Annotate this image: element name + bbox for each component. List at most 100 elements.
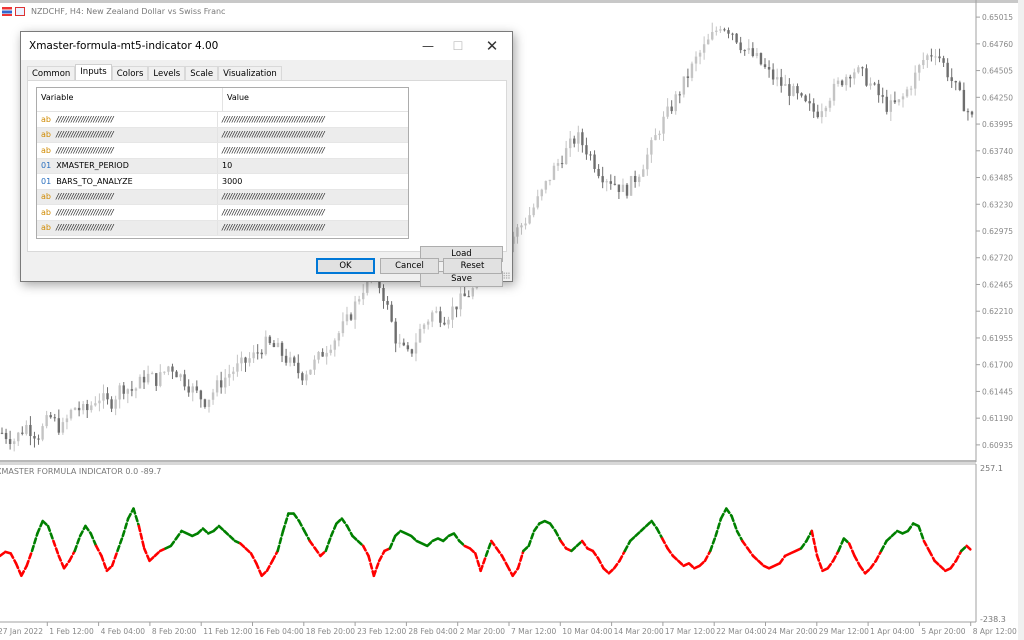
indicator-segment-red xyxy=(62,559,71,570)
candle-body xyxy=(544,181,548,190)
indicator-segment-green xyxy=(303,529,312,543)
candle-body xyxy=(455,306,458,310)
indicator-segment-red xyxy=(831,549,840,563)
chart-menu-icon[interactable] xyxy=(2,6,12,16)
input-row[interactable]: 01 XMASTER_PERIOD 10 xyxy=(37,158,408,174)
input-row[interactable]: ab//////////////////////////////////////… xyxy=(37,189,408,205)
candle-body xyxy=(382,287,385,302)
chart-properties-icon[interactable] xyxy=(15,6,25,16)
input-value[interactable]: ////////////////////////////////////////… xyxy=(222,208,325,217)
candle-body xyxy=(873,83,876,85)
ok-button[interactable]: OK xyxy=(316,258,375,274)
candle-body xyxy=(816,111,819,118)
input-value[interactable]: ////////////////////////////////////////… xyxy=(222,192,325,201)
tab-levels[interactable]: Levels xyxy=(148,66,186,81)
time-tick-label: 22 Mar 04:00 xyxy=(716,627,766,636)
candle-body xyxy=(966,111,970,113)
price-tick-label: 0.62465 xyxy=(982,280,1013,289)
candle-body xyxy=(301,373,304,381)
candle-body xyxy=(467,296,470,298)
candle-body xyxy=(812,103,815,112)
candle-body xyxy=(163,371,166,373)
candle-body xyxy=(670,106,673,112)
input-row[interactable]: ab//////////////////////////////////////… xyxy=(37,112,408,128)
candle-body xyxy=(633,176,637,183)
indicator-segment-red xyxy=(255,562,263,578)
tab-visualization[interactable]: Visualization xyxy=(218,66,282,81)
tab-colors[interactable]: Colors xyxy=(111,66,149,81)
input-value-cell[interactable]: ////////////////////////////////////////… xyxy=(218,205,408,220)
input-value-cell[interactable]: ////////////////////////////////////////… xyxy=(218,112,408,127)
indicator-segment-red xyxy=(265,559,274,573)
indicator-segment-green xyxy=(837,537,846,553)
candle-body xyxy=(840,80,844,86)
candle-body xyxy=(885,96,888,112)
tab-scale[interactable]: Scale xyxy=(185,66,219,81)
indicator-segment-red xyxy=(927,549,936,563)
candle-body xyxy=(832,83,836,101)
resize-grip-icon[interactable] xyxy=(503,272,510,279)
price-tick-label: 0.64760 xyxy=(982,40,1013,49)
input-row[interactable]: 01 BARS_TO_ANALYZE 3000 xyxy=(37,174,408,190)
candle-body xyxy=(195,386,199,391)
candle-body xyxy=(897,99,901,103)
input-value[interactable]: ////////////////////////////////////////… xyxy=(222,223,325,232)
candle-body xyxy=(211,392,215,400)
cancel-button[interactable]: Cancel xyxy=(380,258,439,274)
candle-body xyxy=(53,417,56,419)
indicator-segment-red xyxy=(858,564,867,575)
candle-body xyxy=(613,183,617,185)
input-value-cell[interactable]: ////////////////////////////////////////… xyxy=(218,221,408,236)
candle-body xyxy=(682,76,686,95)
candle-body xyxy=(597,168,600,177)
candle-body xyxy=(662,116,665,134)
input-variable-name: BARS_TO_ANALYZE xyxy=(56,176,133,186)
input-value-cell[interactable]: 10 xyxy=(218,159,408,174)
column-header-value[interactable]: Value xyxy=(223,88,249,111)
input-value[interactable]: ////////////////////////////////////////… xyxy=(222,130,325,139)
column-header-variable[interactable]: Variable xyxy=(37,88,223,111)
candle-body xyxy=(739,42,742,51)
price-tick-label: 0.60935 xyxy=(982,441,1013,450)
input-value[interactable]: 10 xyxy=(222,161,232,170)
maximize-button[interactable]: ☐ xyxy=(441,32,475,60)
candle-body xyxy=(86,404,89,411)
input-variable-name: /////////////////////// xyxy=(55,223,114,233)
indicator-segment-red xyxy=(271,549,280,563)
candle-body xyxy=(102,393,105,401)
minimize-button[interactable]: — xyxy=(411,32,445,60)
candle-body xyxy=(844,76,848,86)
reset-button[interactable]: Reset xyxy=(443,258,502,274)
input-value[interactable]: ////////////////////////////////////////… xyxy=(222,146,325,155)
tab-common[interactable]: Common xyxy=(27,66,76,81)
price-tick-label: 0.63995 xyxy=(982,120,1013,129)
candle-body xyxy=(625,184,629,196)
input-row[interactable]: ab //////////////////////////////////////… xyxy=(37,127,408,143)
indicator-segment-green xyxy=(46,524,55,543)
input-row[interactable]: ab//////////////////////////////////////… xyxy=(37,220,408,236)
input-value-cell[interactable]: 3000 xyxy=(218,174,408,189)
price-tick-label: 0.62210 xyxy=(982,307,1013,316)
input-value[interactable]: ////////////////////////////////////////… xyxy=(222,115,325,124)
candle-body xyxy=(422,324,426,329)
candle-body xyxy=(528,215,531,224)
dialog-titlebar[interactable]: Xmaster-formula-mt5-indicator 4.00 — ☐ ✕ xyxy=(21,32,512,60)
input-value[interactable]: 3000 xyxy=(222,177,242,186)
candle-body xyxy=(134,388,138,391)
indicator-segment-red xyxy=(612,559,621,570)
indicator-segment-green xyxy=(906,522,915,533)
grid-rows: ab//////////////////////////////////////… xyxy=(37,112,408,236)
indicator-segment-green xyxy=(84,524,93,535)
right-edge-scrollbar[interactable] xyxy=(1018,0,1024,640)
input-value-cell[interactable]: ////////////////////////////////////////… xyxy=(218,128,408,143)
input-value-cell[interactable]: ////////////////////////////////////////… xyxy=(218,190,408,205)
input-row[interactable]: ab//////////////////////////////////////… xyxy=(37,143,408,159)
candle-body xyxy=(877,83,880,96)
close-button[interactable]: ✕ xyxy=(475,32,509,60)
inputs-grid: Variable Value ab ///////////////////////… xyxy=(36,87,409,239)
price-tick-label: 0.64250 xyxy=(982,93,1013,102)
input-value-cell[interactable]: ////////////////////////////////////////… xyxy=(218,143,408,158)
input-row[interactable]: ab//////////////////////////////////////… xyxy=(37,205,408,221)
string-type-icon: ab xyxy=(41,130,51,140)
indicator-segment-red xyxy=(703,549,712,563)
